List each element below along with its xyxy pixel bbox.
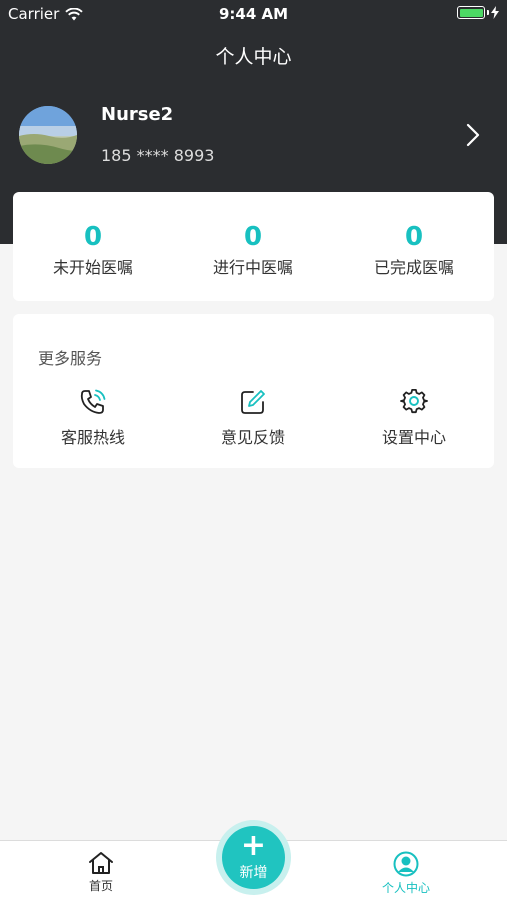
service-feedback[interactable]: 意见反馈 bbox=[173, 388, 333, 448]
stat-not-started[interactable]: 0 未开始医嘱 bbox=[13, 192, 173, 278]
service-hotline[interactable]: 客服热线 bbox=[13, 388, 173, 448]
plus-icon: + bbox=[240, 828, 267, 863]
user-name: Nurse2 bbox=[101, 104, 174, 125]
section-title: 更多服务 bbox=[38, 349, 103, 368]
stat-label: 已完成医嘱 bbox=[373, 258, 454, 277]
tab-home[interactable]: 首页 bbox=[51, 851, 151, 894]
battery-indicator bbox=[457, 6, 499, 19]
stat-count: 0 bbox=[83, 222, 103, 252]
tab-home-label: 首页 bbox=[88, 879, 113, 893]
orders-summary-card: 0 未开始医嘱 0 进行中医嘱 0 已完成医嘱 bbox=[13, 192, 494, 301]
user-icon bbox=[393, 851, 419, 877]
home-icon bbox=[89, 852, 113, 874]
battery-icon bbox=[457, 6, 485, 19]
more-services-card: 更多服务 客服热线 意见反馈 设置中心 bbox=[13, 314, 494, 468]
stat-in-progress[interactable]: 0 进行中医嘱 bbox=[173, 192, 333, 278]
profile-row[interactable]: Nurse2 185 **** 8993 bbox=[0, 100, 507, 176]
gear-icon bbox=[400, 388, 428, 414]
add-button-label: 新增 bbox=[239, 865, 268, 881]
chevron-right-icon[interactable] bbox=[465, 123, 481, 147]
stat-label: 进行中医嘱 bbox=[212, 258, 293, 277]
service-label: 客服热线 bbox=[60, 428, 125, 447]
service-label: 意见反馈 bbox=[220, 428, 285, 447]
user-phone: 185 **** 8993 bbox=[101, 146, 215, 165]
status-bar: Carrier 9:44 AM bbox=[0, 0, 507, 28]
tab-profile[interactable]: 个人中心 bbox=[356, 851, 456, 896]
charging-bolt-icon bbox=[491, 6, 499, 19]
avatar[interactable] bbox=[19, 106, 77, 164]
service-settings[interactable]: 设置中心 bbox=[334, 388, 494, 448]
edit-icon bbox=[241, 390, 265, 414]
stat-count: 0 bbox=[243, 222, 263, 252]
stat-label: 未开始医嘱 bbox=[52, 258, 133, 277]
add-button[interactable]: + 新增 bbox=[222, 826, 285, 889]
status-time: 9:44 AM bbox=[218, 5, 289, 23]
stat-count: 0 bbox=[404, 222, 424, 252]
page-title: 个人中心 bbox=[215, 46, 292, 68]
avatar-landscape-image bbox=[19, 106, 77, 164]
tab-profile-label: 个人中心 bbox=[381, 881, 430, 895]
phone-icon bbox=[80, 389, 106, 414]
stat-completed[interactable]: 0 已完成医嘱 bbox=[334, 192, 494, 278]
service-label: 设置中心 bbox=[381, 428, 446, 447]
